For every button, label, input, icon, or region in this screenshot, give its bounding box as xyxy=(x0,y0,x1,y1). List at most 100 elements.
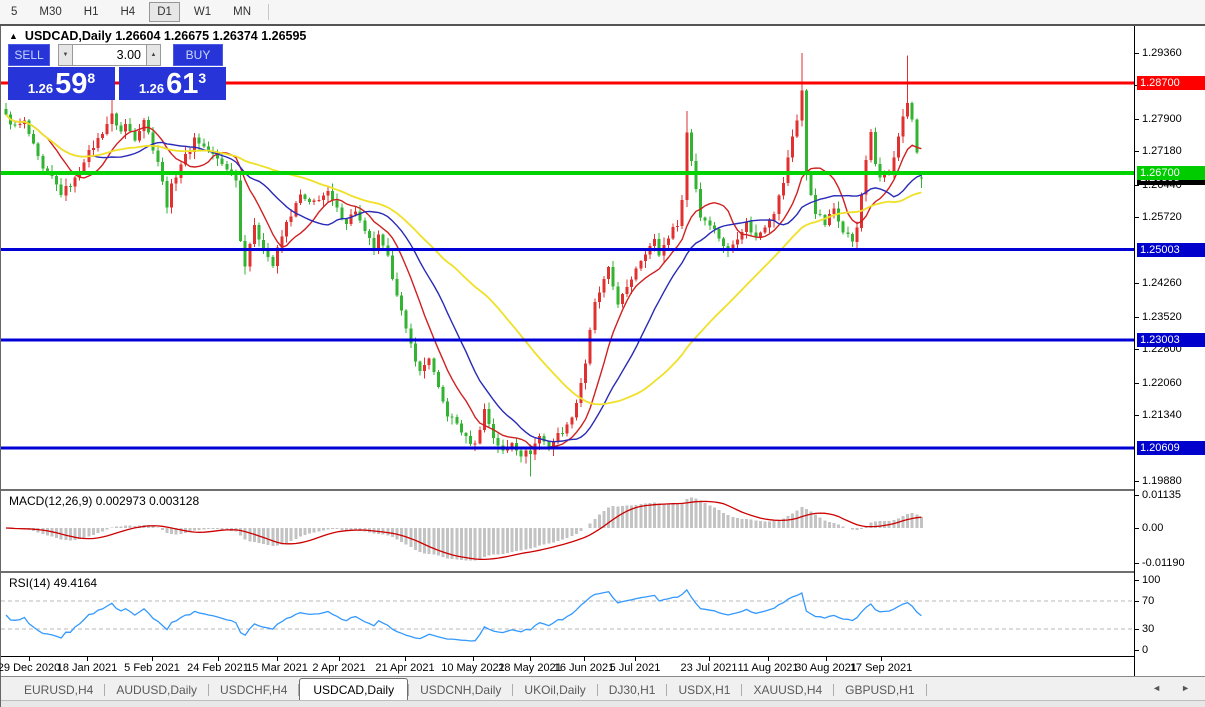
rsi-line xyxy=(5,588,922,642)
sell-price-pips: 59 xyxy=(55,67,88,100)
time-axis[interactable]: 29 Dec 2020 18 Jan 2021 5 Feb 2021 24 Feb 2… xyxy=(0,656,1134,677)
level-price-badge: 1.23003 xyxy=(1137,333,1205,347)
timeframe-button-w1[interactable]: W1 xyxy=(186,2,219,22)
macd-signal-line xyxy=(5,500,922,561)
symbol-tab-audusd[interactable]: AUDUSD,Daily xyxy=(105,679,208,701)
price-tick-mark xyxy=(1135,415,1139,416)
date-tick-mark xyxy=(584,657,585,661)
macd-tick-label: 0.00 xyxy=(1142,522,1164,534)
tab-scroll-controls: ◄ ► xyxy=(1152,683,1190,693)
price-tick-label: 1.19880 xyxy=(1142,475,1182,487)
timeframe-button-h4[interactable]: H4 xyxy=(112,2,143,22)
macd-tick-label: -0.01190 xyxy=(1142,557,1185,569)
rsi-indicator-canvas[interactable] xyxy=(1,573,1134,656)
price-tick-mark xyxy=(1135,317,1139,318)
sell-price-display[interactable]: 1.26 59 8 xyxy=(8,67,115,100)
level-price-badge: 1.26700 xyxy=(1137,166,1205,180)
date-tick-label: 28 May 2021 xyxy=(498,662,562,674)
price-tick-label: 1.25720 xyxy=(1142,211,1182,223)
date-tick-mark xyxy=(709,657,710,661)
chart-status-line: ▲ USDCAD,Daily 1.26604 1.26675 1.26374 1… xyxy=(9,29,306,43)
bull-candle-wicks xyxy=(19,53,909,464)
symbol-tab-usdcnh[interactable]: USDCNH,Daily xyxy=(409,679,512,701)
price-tick-label: 1.27180 xyxy=(1142,145,1182,157)
date-tick-mark xyxy=(530,657,531,661)
price-tick-mark xyxy=(1135,481,1139,482)
price-tick-mark xyxy=(1135,185,1139,186)
date-tick-label: 23 Jul 2021 xyxy=(680,662,738,674)
date-tick-label: 2 Apr 2021 xyxy=(312,662,366,674)
timeframe-button-mn[interactable]: MN xyxy=(225,2,259,22)
date-tick-mark xyxy=(826,657,827,661)
timeframe-button-h1[interactable]: H1 xyxy=(76,2,107,22)
rsi-tick-label: 70 xyxy=(1142,595,1155,607)
symbol-tab-usdchf[interactable]: USDCHF,H4 xyxy=(209,679,298,701)
level-price-badge: 1.20609 xyxy=(1137,441,1205,455)
price-tick-mark xyxy=(1135,53,1139,54)
toolbar-separator xyxy=(268,4,270,20)
moving-average-line-10 xyxy=(5,114,922,449)
date-tick-label: 16 Jun 2021 xyxy=(553,662,615,674)
macd-indicator-label: MACD(12,26,9) 0.002973 0.003128 xyxy=(9,494,200,508)
price-tick-mark xyxy=(1135,283,1139,284)
price-tick-label: 1.24260 xyxy=(1142,277,1182,289)
rsi-tick-label: 30 xyxy=(1142,623,1155,635)
date-tick-mark xyxy=(405,657,406,661)
price-axis[interactable]: 1.293601.286401.279001.271801.264401.257… xyxy=(1134,26,1205,676)
date-tick-label: 18 Jan 2021 xyxy=(56,662,118,674)
buy-price-prefix: 1.26 xyxy=(138,81,165,96)
moving-average-line-45 xyxy=(5,113,922,406)
one-click-trade-panel: SELL ▼ ▲ BUY 1.26 59 8 1.26 61 3 xyxy=(8,44,227,100)
date-tick-label: 29 Dec 2020 xyxy=(0,662,61,674)
timeframe-button-5[interactable]: 5 xyxy=(3,2,25,22)
symbol-tab-xauusd[interactable]: XAUUSD,H4 xyxy=(742,679,833,701)
symbol-tab-usdx[interactable]: USDX,H1 xyxy=(667,679,741,701)
sell-price-point: 8 xyxy=(87,70,96,86)
sell-button[interactable]: SELL xyxy=(8,44,50,66)
price-tick-label: 1.27900 xyxy=(1142,113,1182,125)
level-price-badge: 1.25003 xyxy=(1137,243,1205,257)
volume-input[interactable] xyxy=(73,44,146,66)
buy-price-display[interactable]: 1.26 61 3 xyxy=(119,67,226,100)
panel-collapse-icon[interactable]: ▲ xyxy=(9,31,18,41)
symbol-tab-dj30[interactable]: DJ30,H1 xyxy=(598,679,667,701)
symbol-tab-usdcad[interactable]: USDCAD,Daily xyxy=(299,678,409,701)
date-tick-label: 30 Aug 2021 xyxy=(795,662,857,674)
date-tick-mark xyxy=(29,657,30,661)
timeframe-button-d1[interactable]: D1 xyxy=(149,2,180,22)
rsi-tick-label: 0 xyxy=(1142,644,1149,656)
symbol-period-label: USDCAD,Daily xyxy=(24,29,112,43)
date-tick-mark xyxy=(218,657,219,661)
date-tick-label: 21 Apr 2021 xyxy=(375,662,435,674)
chart-area: ▲ USDCAD,Daily 1.26604 1.26675 1.26374 1… xyxy=(0,26,1205,707)
price-tick-label: 1.21340 xyxy=(1142,409,1182,421)
buy-price-point: 3 xyxy=(198,70,207,86)
price-tick-label: 1.29360 xyxy=(1142,47,1182,59)
buy-button[interactable]: BUY xyxy=(173,44,223,66)
trading-terminal-window: 5 M30 H1 H4 D1 W1 MN ▲ USDCAD,Daily 1.26604 1.… xyxy=(0,0,1205,707)
timeframe-toolbar: 5 M30 H1 H4 D1 W1 MN xyxy=(0,0,1205,24)
date-tick-mark xyxy=(881,657,882,661)
symbol-tab-eurusd[interactable]: EURUSD,H4 xyxy=(13,679,104,701)
timeframe-button-m30[interactable]: M30 xyxy=(31,2,69,22)
volume-decrease-button[interactable]: ▼ xyxy=(58,44,73,66)
price-tick-mark xyxy=(1135,151,1139,152)
price-tick-mark xyxy=(1135,217,1139,218)
date-tick-mark xyxy=(473,657,474,661)
tab-scroll-left-icon[interactable]: ◄ xyxy=(1152,683,1161,693)
macd-tick-mark xyxy=(1135,495,1139,496)
symbol-tab-bar: EURUSD,H4 AUDUSD,Daily USDCHF,H4 USDCAD,Dai… xyxy=(1,676,1205,701)
date-tick-mark xyxy=(152,657,153,661)
date-tick-mark xyxy=(635,657,636,661)
symbol-tab-gbpusd[interactable]: GBPUSD,H1 xyxy=(834,679,925,701)
rsi-tick-mark xyxy=(1135,629,1139,630)
symbol-tab-ukoil[interactable]: UKOil,Daily xyxy=(513,679,596,701)
date-tick-label: 5 Feb 2021 xyxy=(124,662,180,674)
date-tick-label: 17 Sep 2021 xyxy=(849,662,913,674)
level-price-badge: 1.28700 xyxy=(1137,76,1205,90)
macd-tick-label: 0.01135 xyxy=(1142,489,1181,501)
date-tick-label: 10 May 2021 xyxy=(441,662,505,674)
rsi-indicator-label: RSI(14) 49.4164 xyxy=(9,576,98,590)
tab-scroll-right-icon[interactable]: ► xyxy=(1181,683,1190,693)
volume-increase-button[interactable]: ▲ xyxy=(146,44,161,66)
